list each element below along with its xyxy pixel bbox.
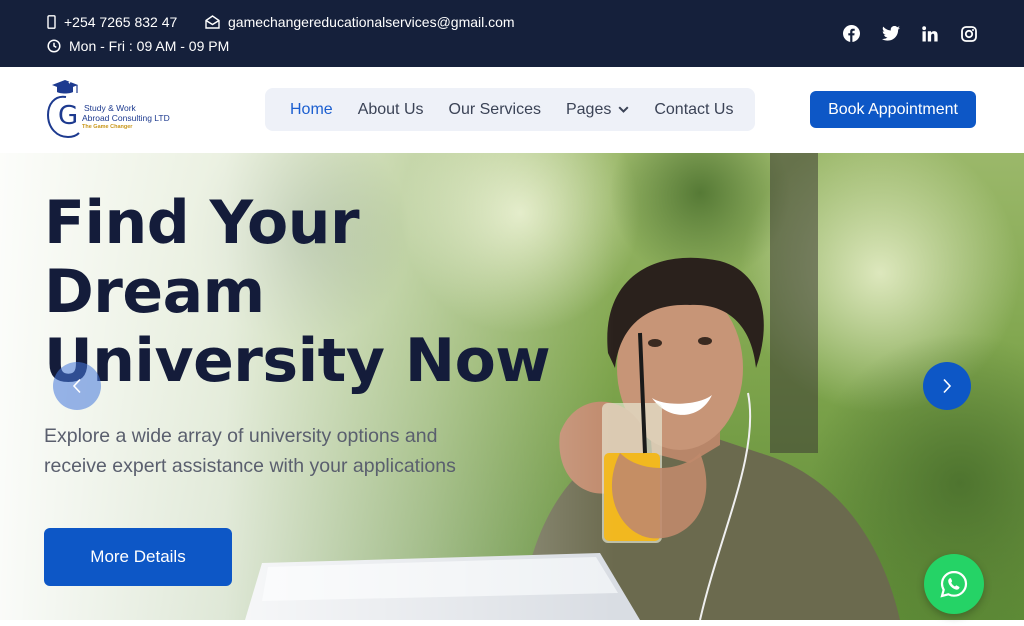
logo-line-2: Abroad Consulting LTD [82, 113, 170, 123]
whatsapp-chat-button[interactable] [924, 554, 984, 614]
nav-item-contact-us[interactable]: Contact Us [654, 101, 733, 119]
nav-label: Our Services [448, 100, 541, 118]
instagram-link[interactable] [959, 24, 978, 43]
top-info-bar: +254 7265 832 47 gamechangereducationals… [0, 0, 1024, 67]
facebook-icon [843, 25, 860, 42]
phone-number: +254 7265 832 47 [64, 14, 178, 30]
linkedin-link[interactable] [920, 24, 939, 43]
book-appointment-button[interactable]: Book Appointment [810, 91, 976, 128]
page-bottom-edge [0, 620, 1024, 626]
logo-line-1: Study & Work [84, 103, 136, 113]
hero-title-line-1: Find Your [44, 188, 360, 258]
nav-item-pages[interactable]: Pages [566, 101, 629, 119]
linkedin-icon [921, 25, 938, 41]
nav-item-about-us[interactable]: About Us [358, 101, 424, 119]
nav-item-our-services[interactable]: Our Services [449, 101, 541, 119]
logo-letter: G [58, 101, 79, 131]
chevron-left-icon [72, 378, 81, 394]
opening-hours: Mon - Fri : 09 AM - 09 PM [69, 38, 230, 54]
chevron-right-icon [943, 378, 952, 394]
chevron-down-icon [618, 106, 629, 113]
slider-prev-button[interactable] [53, 362, 101, 410]
clock-icon [47, 39, 61, 53]
logo-tagline: The Game Changer [82, 124, 133, 130]
email-address: gamechangereducationalservices@gmail.com [228, 14, 515, 30]
instagram-icon [960, 25, 977, 42]
social-links [842, 24, 978, 43]
hours-info: Mon - Fri : 09 AM - 09 PM [47, 38, 229, 54]
slider-next-button[interactable] [923, 362, 971, 410]
hero-slider: Find Your Dream University Now Explore a… [0, 153, 1024, 620]
whatsapp-icon [940, 570, 968, 598]
nav-item-home[interactable]: Home [290, 101, 333, 119]
nav-label: Contact Us [654, 100, 734, 118]
hero-subtitle: Explore a wide array of university optio… [44, 425, 456, 477]
nav-label: About Us [357, 100, 424, 118]
nav-label: Home [290, 100, 333, 118]
hero-title-line-3: University Now [44, 326, 551, 396]
twitter-icon [881, 26, 900, 41]
phone-icon [47, 15, 56, 29]
site-header: G Study & Work Abroad Consulting LTD The… [0, 67, 1024, 153]
company-logo[interactable]: G Study & Work Abroad Consulting LTD The… [46, 79, 186, 141]
more-details-button[interactable]: More Details [44, 528, 232, 586]
main-navigation: Home About Us Our Services Pages Contact… [265, 88, 755, 131]
envelope-open-icon [205, 15, 220, 29]
twitter-link[interactable] [881, 24, 900, 43]
phone-info[interactable]: +254 7265 832 47 [47, 14, 177, 30]
hero-title-line-2: Dream [44, 257, 265, 327]
nav-label: Pages [565, 100, 612, 118]
email-info[interactable]: gamechangereducationalservices@gmail.com [205, 14, 515, 30]
hero-title: Find Your Dream University Now [44, 188, 551, 396]
facebook-link[interactable] [842, 24, 861, 43]
